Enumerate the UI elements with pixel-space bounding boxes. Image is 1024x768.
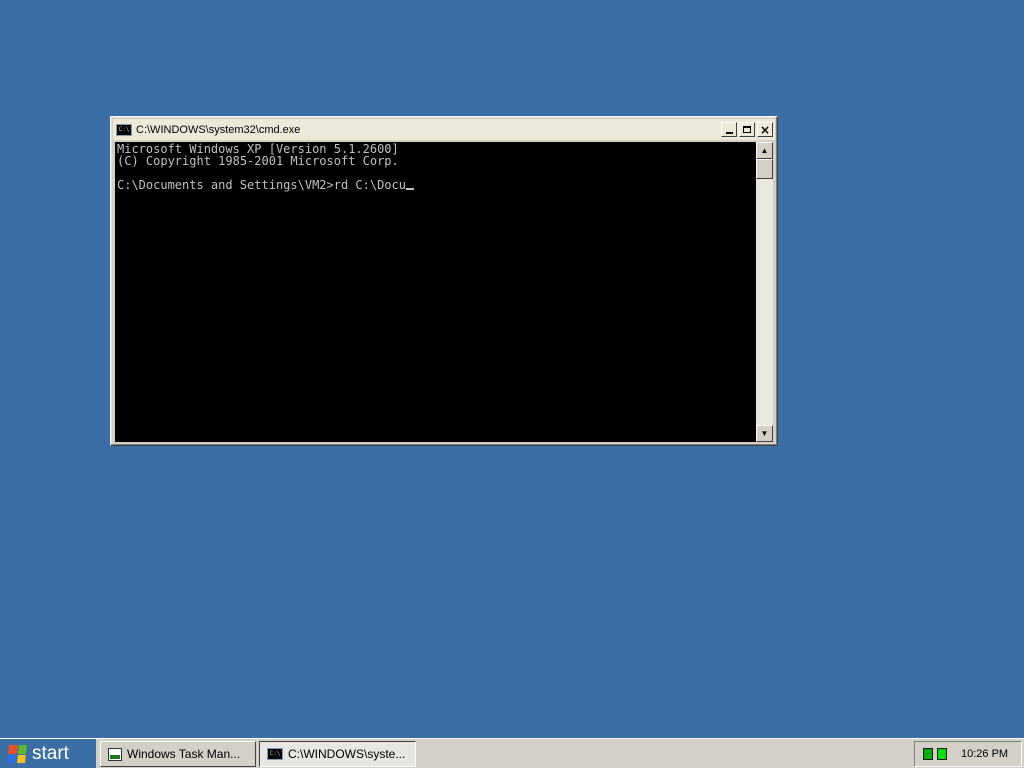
maximize-button[interactable] — [739, 122, 755, 137]
scroll-up-button[interactable]: ▲ — [756, 142, 773, 159]
cmd-icon-glyph: C:\ — [269, 750, 281, 757]
taskbar-item-label: Windows Task Man... — [127, 747, 241, 761]
console-command: C:\Documents and Settings\VM2>rd C:\Docu — [117, 178, 406, 192]
window-title: C:\WINDOWS\system32\cmd.exe — [136, 123, 301, 136]
clock[interactable]: 10:26 PM — [961, 748, 1008, 760]
scroll-thumb[interactable] — [756, 159, 773, 179]
console-prompt-line: C:\Documents and Settings\VM2>rd C:\Docu — [117, 179, 756, 191]
taskbar-item-cmd[interactable]: C:\ C:\WINDOWS\syste... — [259, 741, 416, 767]
start-label: start — [32, 742, 69, 764]
network-icon[interactable] — [937, 748, 947, 760]
console-line: (C) Copyright 1985-2001 Microsoft Corp. — [117, 154, 399, 168]
taskbar-item-task-manager[interactable]: Windows Task Man... — [100, 741, 256, 767]
cmd-icon: C:\ — [267, 748, 283, 760]
minimize-icon — [725, 132, 733, 134]
maximize-icon — [743, 126, 751, 133]
console-output[interactable]: Microsoft Windows XP [Version 5.1.2600] … — [115, 142, 756, 442]
windows-logo-icon — [7, 744, 27, 763]
start-button[interactable]: start — [0, 739, 96, 768]
network-icon[interactable] — [923, 748, 933, 760]
vertical-scrollbar[interactable]: ▲ ▼ — [756, 142, 773, 442]
minimize-button[interactable] — [721, 122, 737, 137]
title-bar[interactable]: C:\ C:\WINDOWS\system32\cmd.exe × — [113, 119, 775, 140]
system-tray: 10:26 PM — [914, 741, 1022, 767]
close-button[interactable]: × — [757, 122, 773, 137]
arrow-down-icon: ▼ — [760, 429, 769, 438]
cmd-icon-glyph: C:\ — [118, 125, 130, 133]
taskbar-item-label: C:\WINDOWS\syste... — [288, 747, 406, 761]
taskbar: start Windows Task Man... C:\ C:\WINDOWS… — [0, 738, 1024, 768]
text-cursor — [405, 188, 414, 190]
task-manager-icon — [108, 747, 122, 761]
scroll-down-button[interactable]: ▼ — [756, 425, 773, 442]
cmd-icon[interactable]: C:\ — [116, 123, 132, 136]
cmd-window[interactable]: C:\ C:\WINDOWS\system32\cmd.exe × Micros… — [110, 116, 778, 446]
close-icon: × — [759, 122, 771, 137]
arrow-up-icon: ▲ — [760, 146, 769, 155]
